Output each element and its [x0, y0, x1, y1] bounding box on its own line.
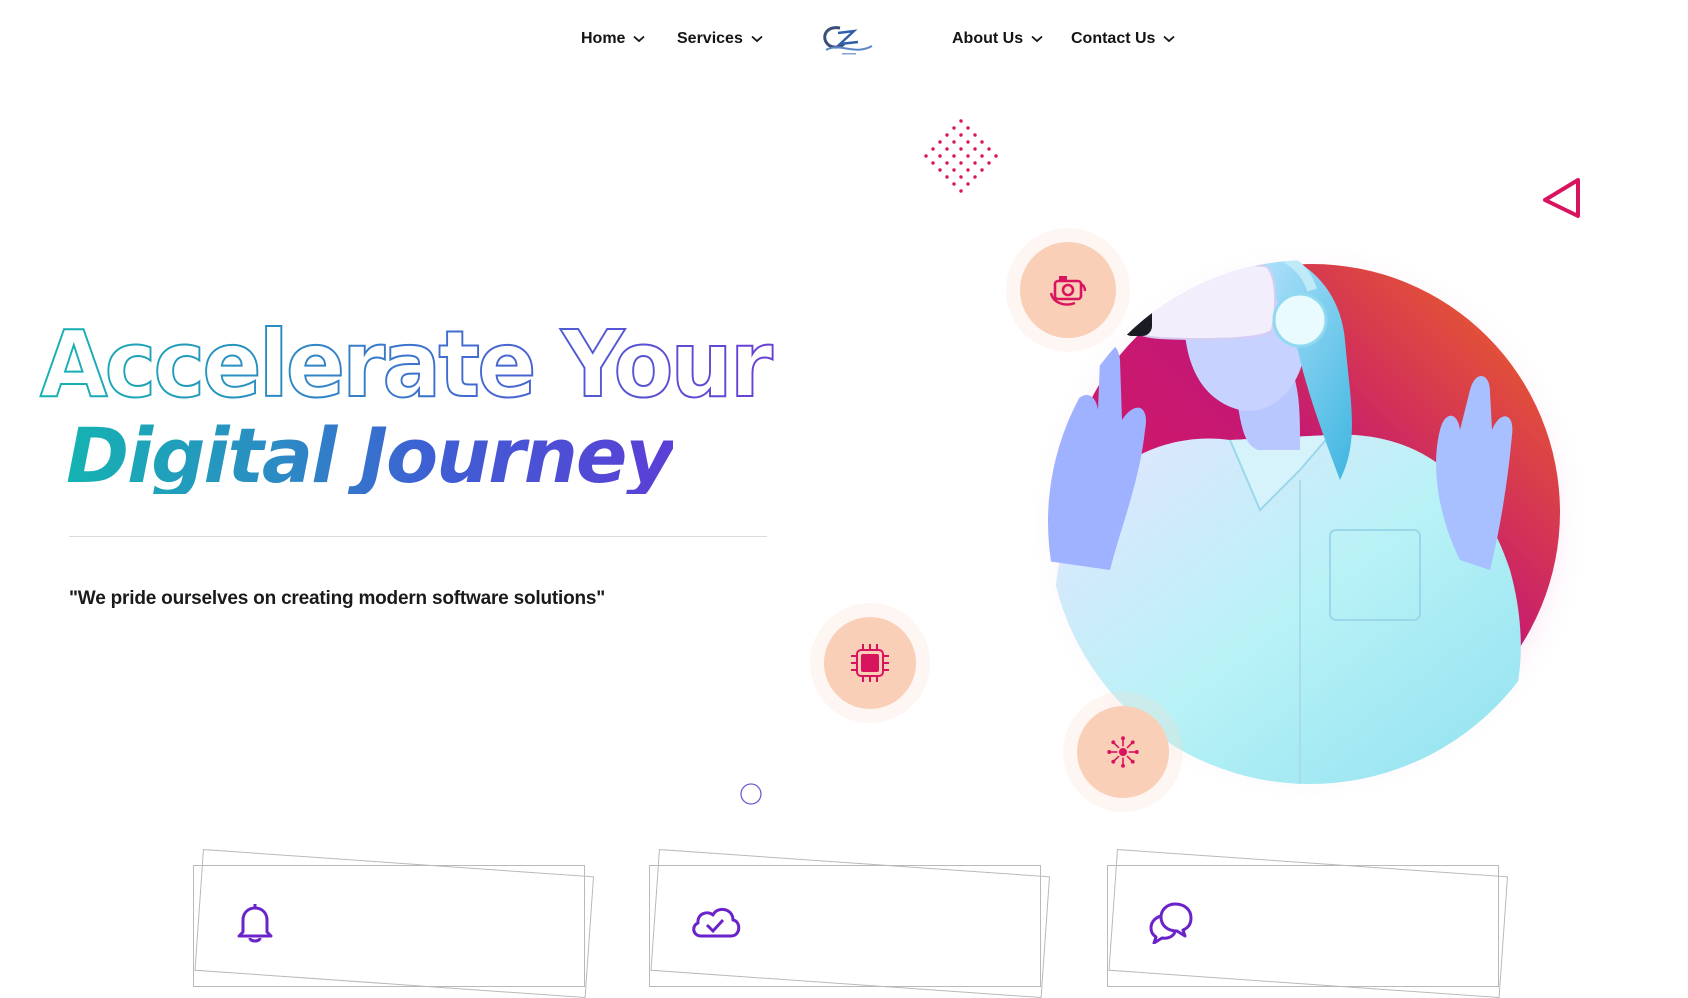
chevron-down-icon: [1031, 35, 1043, 43]
feature-card-cloud[interactable]: [649, 845, 1051, 998]
nav-services[interactable]: Services: [677, 30, 763, 48]
nav-home-label: Home: [581, 30, 626, 47]
chevron-down-icon: [751, 35, 763, 43]
chevron-down-icon: [1163, 35, 1176, 43]
ring-decoration: [740, 783, 762, 805]
feature-card-notifications[interactable]: [193, 845, 595, 998]
network-feature-bubble: [1077, 706, 1169, 798]
network-icon: [1107, 736, 1139, 768]
nav-contact-us[interactable]: Contact Us: [1071, 30, 1176, 48]
nav-about-label: About Us: [952, 30, 1024, 47]
nav-home[interactable]: Home: [581, 30, 646, 48]
hero-headline-solid: Digital Journey: [66, 411, 675, 500]
chevron-down-icon: [633, 35, 646, 43]
chip-feature-bubble: [824, 617, 916, 709]
feature-card-support[interactable]: [1107, 845, 1509, 998]
cloud-check-icon: [692, 907, 741, 938]
nav-contact-label: Contact Us: [1071, 30, 1156, 47]
camera-rotate-icon: [1049, 276, 1087, 306]
chip-icon: [851, 644, 889, 682]
main-navigation: Home Services About Us Contact Us: [0, 0, 1688, 84]
triangle-decoration: [1543, 178, 1580, 218]
bell-icon: [237, 904, 273, 943]
hero-tagline: "We pride ourselves on creating modern s…: [69, 588, 606, 609]
dot-pattern-decoration: [924, 119, 998, 193]
logo-icon[interactable]: [818, 22, 874, 58]
nav-about-us[interactable]: About Us: [952, 30, 1043, 48]
camera-feature-bubble: [1020, 242, 1116, 338]
hero-headline-outline-text: Accelerate Your: [40, 311, 773, 410]
hero-divider: [69, 536, 767, 537]
nav-services-label: Services: [677, 30, 743, 47]
hero-headline-outline: Accelerate Your: [39, 310, 777, 410]
chat-bubbles-icon: [1149, 902, 1193, 944]
